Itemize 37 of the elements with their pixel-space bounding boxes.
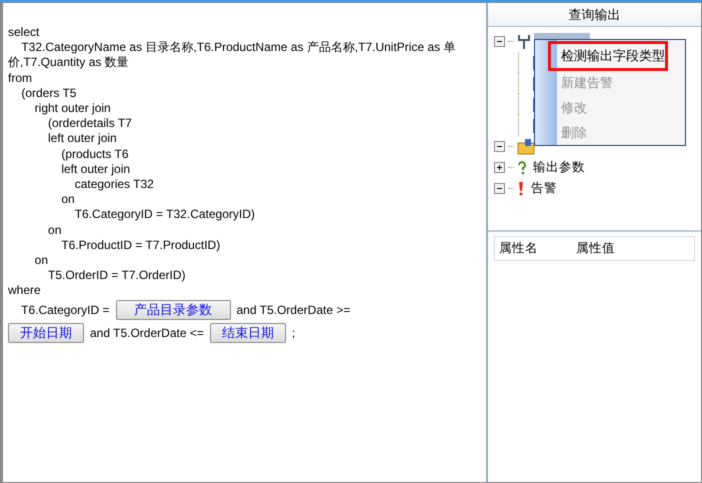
tree-item[interactable]: 告警: [528, 179, 560, 198]
code-line: categories T32: [74, 177, 155, 192]
collapse-icon[interactable]: [494, 141, 505, 152]
question-icon: [517, 160, 527, 174]
parameter-button[interactable]: 开始日期: [8, 323, 84, 344]
code-text: and T5.OrderDate <=: [90, 326, 204, 340]
expand-icon[interactable]: [494, 162, 505, 173]
fork-icon: [517, 32, 531, 50]
code-line: T6.CategoryID = T32.CategoryID): [74, 207, 256, 223]
code-line: on: [47, 222, 62, 238]
column-header: 属性值: [576, 240, 615, 257]
column-header: 属性名: [499, 240, 538, 257]
tree-item[interactable]: 输出参数: [530, 158, 588, 177]
code-line: on: [60, 192, 76, 208]
folder-icon: [517, 138, 535, 154]
code-line: left outer join: [47, 131, 118, 147]
code-line: (orderdetails T7: [47, 116, 133, 132]
parameter-button[interactable]: 结束日期: [210, 323, 286, 344]
code-line: from: [8, 70, 33, 86]
menu-item[interactable]: 检测输出字段类型: [549, 42, 667, 70]
code-text: ;: [292, 326, 296, 340]
collapse-icon[interactable]: [494, 183, 505, 194]
code-line: T6.ProductID = T7.ProductID): [60, 238, 222, 254]
code-text: T6.CategoryID =: [20, 303, 110, 318]
sql-editor[interactable]: [0, 2, 488, 483]
code-line: left outer join: [60, 162, 132, 178]
collapse-icon[interactable]: [494, 36, 505, 47]
code-line: where: [8, 283, 42, 299]
code-text: and T5.OrderDate >=: [236, 303, 350, 318]
code-line: (orders T5: [20, 86, 78, 102]
exclamation-icon: [517, 181, 525, 196]
code-line: right outer join: [34, 101, 112, 116]
code-line: T5.OrderID = T7.OrderID): [47, 268, 186, 284]
parameter-button[interactable]: 产品目录参数: [116, 300, 230, 320]
code-line: on: [34, 253, 50, 268]
code-line: (products T6: [60, 146, 130, 162]
code-line: select: [8, 25, 40, 40]
